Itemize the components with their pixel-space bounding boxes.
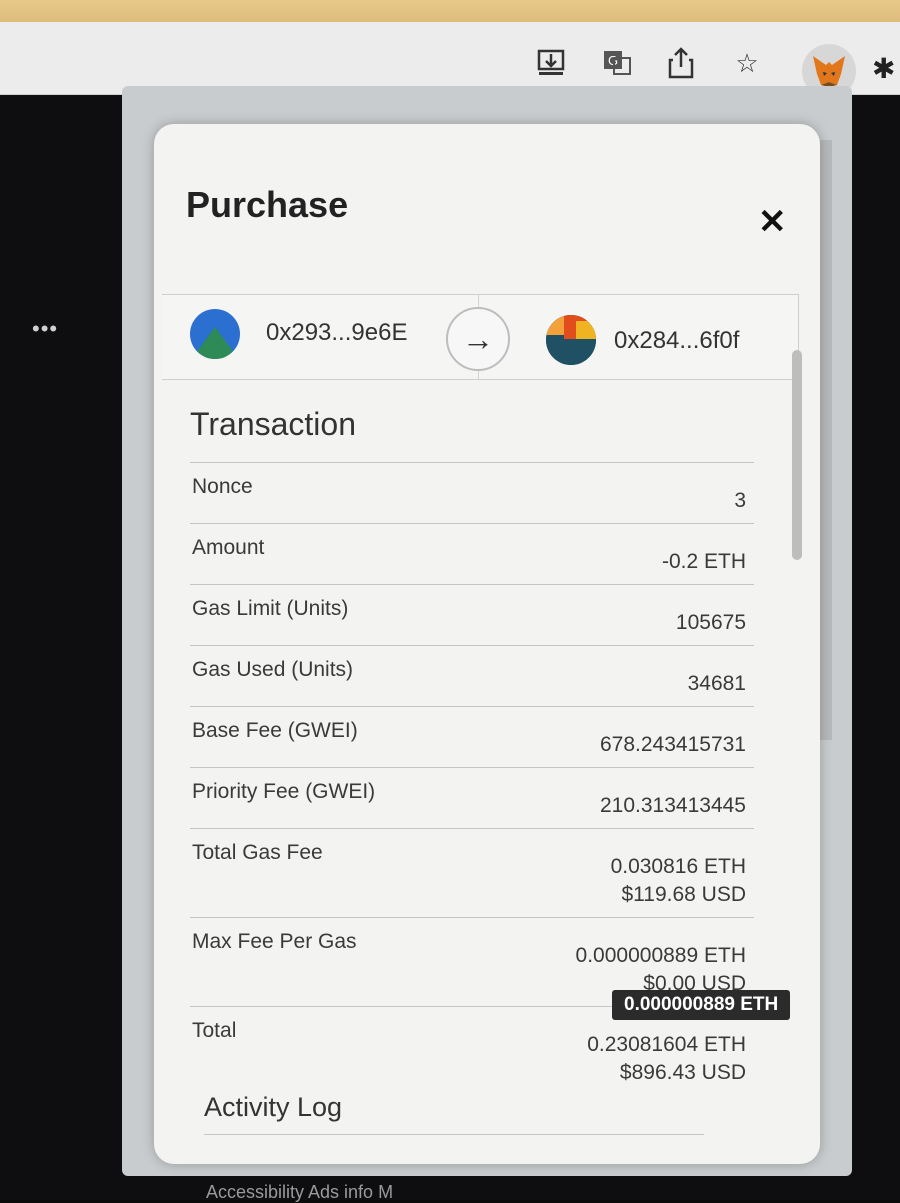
divider — [204, 1134, 704, 1135]
browser-toolbar: G ☆ — [0, 22, 900, 95]
row-label: Max Fee Per Gas — [192, 930, 357, 953]
row-label: Total — [192, 1019, 237, 1042]
row-value: 34681 — [687, 672, 746, 695]
row-gas-used: Gas Used (Units) 34681 — [190, 645, 754, 706]
share-icon[interactable] — [664, 46, 698, 80]
row-priority-fee: Priority Fee (GWEI) 210.313413445 — [190, 767, 754, 828]
to-address[interactable]: 0x284...6f0f — [614, 327, 739, 355]
row-value: 0.23081604 ETH $896.43 USD — [587, 1031, 746, 1087]
close-icon[interactable]: ✕ — [758, 202, 787, 242]
row-value: 210.313413445 — [600, 794, 746, 817]
row-gas-limit: Gas Limit (Units) 105675 — [190, 584, 754, 645]
translate-icon[interactable]: G — [600, 46, 634, 80]
from-account-avatar — [190, 309, 240, 359]
row-label: Base Fee (GWEI) — [192, 719, 358, 742]
value-eth[interactable]: 0.000000889 ETH — [576, 942, 746, 970]
bookmark-star-icon[interactable]: ☆ — [730, 46, 764, 80]
more-options-icon[interactable]: ••• — [32, 316, 58, 342]
address-bar: 0x293...9e6E → 0x284...6f0f — [162, 294, 799, 380]
row-label: Priority Fee (GWEI) — [192, 780, 376, 803]
from-address[interactable]: 0x293...9e6E — [266, 319, 407, 347]
row-base-fee: Base Fee (GWEI) 678.243415731 — [190, 706, 754, 767]
scrollbar[interactable] — [792, 350, 802, 560]
install-icon[interactable] — [534, 46, 568, 80]
row-amount: Amount -0.2 ETH — [190, 523, 754, 584]
popup-side-panel — [820, 140, 832, 740]
extensions-puzzle-icon[interactable]: ✱ — [872, 52, 895, 85]
value-eth: 0.23081604 ETH — [587, 1033, 746, 1056]
row-value: 3 — [734, 489, 746, 512]
row-value: 105675 — [675, 611, 746, 634]
row-label: Total Gas Fee — [192, 841, 323, 864]
modal-title: Purchase — [186, 184, 349, 225]
value-eth: 0.030816 ETH — [610, 855, 746, 878]
row-label: Gas Limit (Units) — [192, 597, 349, 620]
value-usd: $119.68 USD — [621, 883, 746, 906]
section-title-transaction: Transaction — [190, 406, 356, 442]
row-nonce: Nonce 3 — [190, 462, 754, 523]
row-value: 0.030816 ETH $119.68 USD — [611, 853, 746, 909]
row-value: -0.2 ETH — [661, 550, 746, 573]
value-usd: $896.43 USD — [619, 1061, 746, 1084]
arrow-right-icon: → — [446, 307, 510, 371]
activity-log-title: Activity Log — [204, 1092, 343, 1122]
to-account-avatar — [546, 315, 596, 365]
value-tooltip: 0.000000889 ETH — [612, 990, 791, 1020]
row-label: Nonce — [192, 475, 253, 498]
row-label: Amount — [192, 536, 265, 559]
row-value: 678.243415731 — [600, 733, 746, 756]
transaction-details-modal: Purchase ✕ 0x293...9e6E → 0x284...6f0f T… — [154, 124, 820, 1164]
row-label: Gas Used (Units) — [192, 658, 354, 681]
row-total-gas-fee: Total Gas Fee 0.030816 ETH $119.68 USD — [190, 828, 754, 917]
